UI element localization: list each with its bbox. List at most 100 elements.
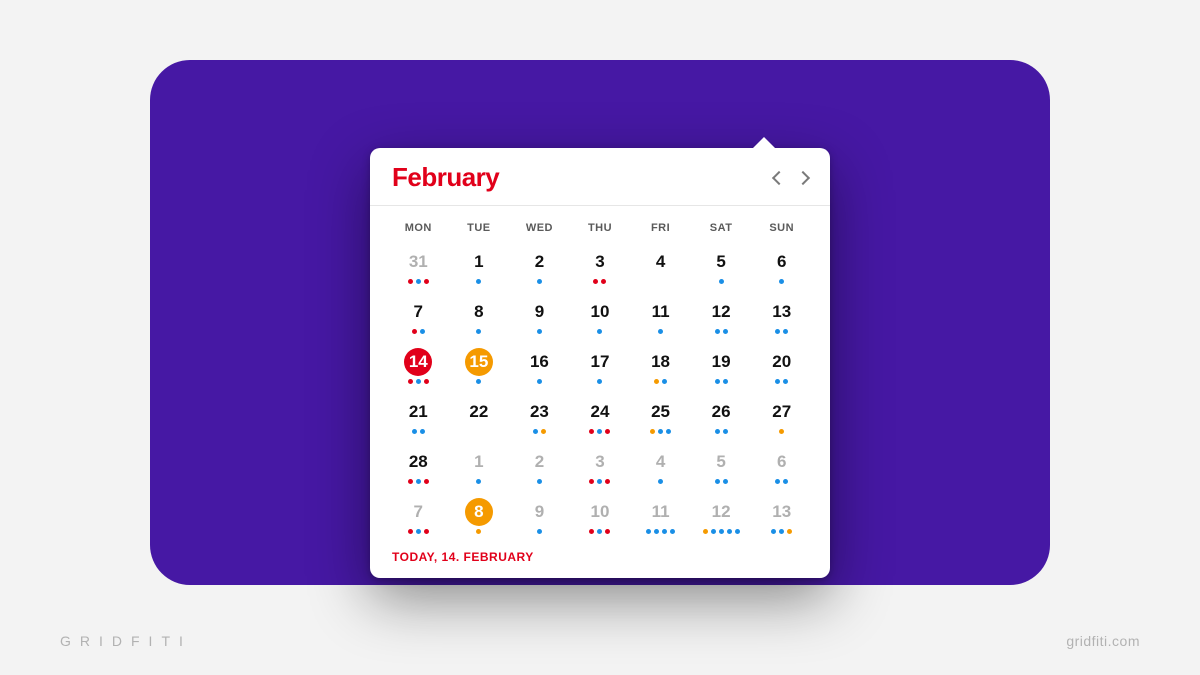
event-dot (723, 429, 728, 434)
calendar-day[interactable]: 12 (691, 298, 752, 342)
calendar-day[interactable]: 18 (630, 348, 691, 392)
event-dots (589, 429, 610, 435)
day-number: 2 (525, 448, 553, 476)
chevron-right-icon[interactable] (796, 170, 810, 184)
event-dots (779, 279, 784, 285)
event-dot (783, 329, 788, 334)
calendar-day[interactable]: 25 (630, 398, 691, 442)
calendar-day[interactable]: 5 (691, 448, 752, 492)
event-dot (650, 429, 655, 434)
day-number: 26 (707, 398, 735, 426)
calendar-day[interactable]: 28 (388, 448, 449, 492)
calendar-day[interactable]: 3 (570, 448, 631, 492)
event-dot (646, 529, 651, 534)
event-dot (787, 529, 792, 534)
calendar-day[interactable]: 16 (509, 348, 570, 392)
calendar-day[interactable]: 7 (388, 298, 449, 342)
event-dots (537, 279, 542, 285)
event-dot (605, 429, 610, 434)
calendar-day[interactable]: 26 (691, 398, 752, 442)
brand-url: gridfiti.com (1066, 633, 1140, 649)
event-dot (727, 529, 732, 534)
event-dot (537, 279, 542, 284)
calendar-day[interactable]: 1 (449, 448, 510, 492)
calendar-day[interactable]: 14 (388, 348, 449, 392)
calendar-day[interactable]: 17 (570, 348, 631, 392)
calendar-day[interactable]: 6 (751, 248, 812, 292)
calendar-day[interactable]: 11 (630, 298, 691, 342)
calendar-day[interactable]: 9 (509, 498, 570, 542)
calendar-day[interactable]: 23 (509, 398, 570, 442)
day-number: 12 (707, 498, 735, 526)
day-number: 7 (404, 298, 432, 326)
calendar-day[interactable]: 4 (630, 248, 691, 292)
calendar-day[interactable]: 20 (751, 348, 812, 392)
day-of-week-label: SUN (751, 216, 812, 242)
event-dots (715, 479, 728, 485)
event-dot (537, 329, 542, 334)
event-dot (420, 429, 425, 434)
calendar-day[interactable]: 3 (570, 248, 631, 292)
chevron-left-icon[interactable] (772, 170, 786, 184)
event-dot (715, 479, 720, 484)
event-dots (597, 329, 602, 335)
event-dot (605, 529, 610, 534)
day-number: 25 (647, 398, 675, 426)
event-dot (779, 429, 784, 434)
day-number: 6 (768, 448, 796, 476)
calendar-day[interactable]: 19 (691, 348, 752, 392)
event-dot (715, 379, 720, 384)
event-dot (476, 529, 481, 534)
event-dots (715, 379, 728, 385)
day-number: 22 (465, 398, 493, 426)
calendar-day[interactable]: 8 (449, 498, 510, 542)
calendar-day[interactable]: 2 (509, 248, 570, 292)
event-dot (779, 279, 784, 284)
calendar-title: February (392, 162, 499, 193)
calendar-day[interactable]: 13 (751, 498, 812, 542)
calendar-day[interactable]: 13 (751, 298, 812, 342)
day-number: 5 (707, 248, 735, 276)
event-dots (408, 529, 429, 535)
day-of-week-label: WED (509, 216, 570, 242)
day-number: 27 (768, 398, 796, 426)
calendar-day[interactable]: 22 (449, 398, 510, 442)
day-number: 18 (647, 348, 675, 376)
calendar-day[interactable]: 27 (751, 398, 812, 442)
calendar-day[interactable]: 1 (449, 248, 510, 292)
calendar-day[interactable]: 10 (570, 498, 631, 542)
event-dots (658, 479, 663, 485)
event-dot (670, 529, 675, 534)
calendar-day[interactable]: 9 (509, 298, 570, 342)
day-number: 20 (768, 348, 796, 376)
calendar-day[interactable]: 15 (449, 348, 510, 392)
calendar-day[interactable]: 10 (570, 298, 631, 342)
event-dots (715, 429, 728, 435)
calendar-day[interactable]: 31 (388, 248, 449, 292)
calendar-day[interactable]: 8 (449, 298, 510, 342)
calendar-day[interactable]: 21 (388, 398, 449, 442)
event-dots (408, 479, 429, 485)
day-number: 9 (525, 498, 553, 526)
event-dot (593, 279, 598, 284)
day-number: 14 (404, 348, 432, 376)
event-dot (589, 429, 594, 434)
event-dot (424, 279, 429, 284)
event-dots (703, 529, 740, 535)
event-dot (658, 329, 663, 334)
event-dots (476, 279, 481, 285)
event-dots (771, 529, 792, 535)
calendar-day[interactable]: 4 (630, 448, 691, 492)
event-dot (533, 429, 538, 434)
calendar-day[interactable]: 11 (630, 498, 691, 542)
calendar-day[interactable]: 6 (751, 448, 812, 492)
day-number: 31 (404, 248, 432, 276)
calendar-day[interactable]: 12 (691, 498, 752, 542)
calendar-day[interactable]: 24 (570, 398, 631, 442)
calendar-day[interactable]: 5 (691, 248, 752, 292)
event-dots (589, 529, 610, 535)
event-dot (723, 329, 728, 334)
calendar-popover: February MONTUEWEDTHUFRISATSUN3112345678… (370, 148, 830, 578)
calendar-day[interactable]: 2 (509, 448, 570, 492)
calendar-day[interactable]: 7 (388, 498, 449, 542)
